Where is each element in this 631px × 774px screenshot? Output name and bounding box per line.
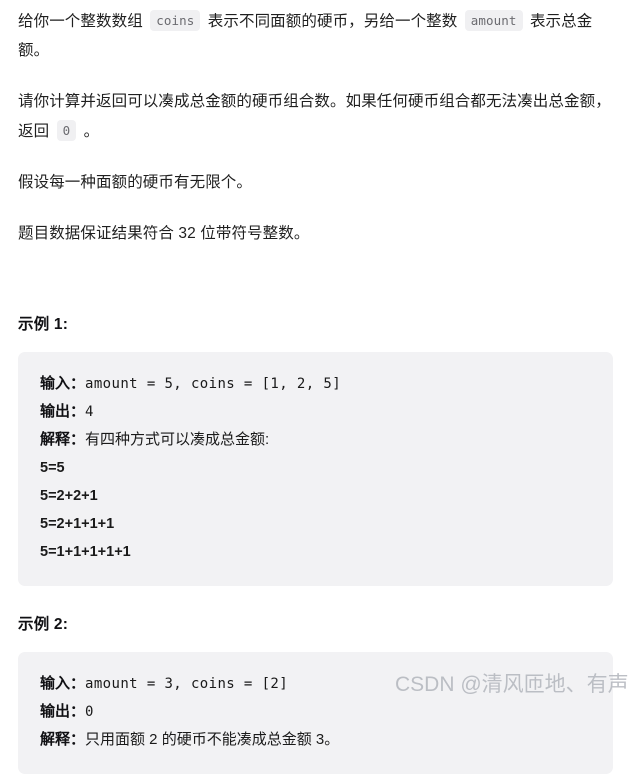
example-2-code-block: 输入：amount = 3, coins = [2] 输出：0 解释：只用面额 2 … [18, 652, 613, 774]
example-1-explain-value: 有四种方式可以凑成总金额: [85, 431, 270, 448]
intro-text-a: 给你一个整数数组 [18, 13, 148, 30]
example-1-code-block: 输入：amount = 5, coins = [1, 2, 5] 输出：4 解释：有… [18, 352, 613, 586]
example-1-title: 示例 1: [18, 316, 69, 333]
paragraph-guarantee: 题目数据保证结果符合 32 位带符号整数。 [18, 225, 310, 242]
inline-code-coins: coins [150, 10, 201, 31]
example-1-output-value: 4 [85, 404, 94, 420]
problem-description-page: 给你一个整数数组 coins 表示不同面额的硬币，另给一个整数 amount 表… [0, 0, 631, 774]
inline-code-zero: 0 [56, 120, 77, 141]
example-1-input-label: 输入： [40, 375, 86, 392]
example-2-explain-line: 解释：只用面额 2 的硬币不能凑成总金额 3。 [40, 726, 593, 754]
example-2-input-label: 输入： [40, 675, 86, 692]
example-1-line-2-text: 5=2+2+1 [40, 488, 98, 504]
example-1-line-2: 5=2+2+1 [40, 482, 593, 510]
example-2-output-line: 输出：0 [40, 698, 593, 726]
example-2-output-label: 输出： [40, 703, 86, 720]
example-2-title: 示例 2: [18, 616, 69, 633]
example-1-line-1: 5=5 [40, 454, 593, 482]
example-2-output-value: 0 [85, 704, 94, 720]
paragraph-task: 请你计算并返回可以凑成总金额的硬币组合数。如果任何硬币组合都无法凑出总金额，返回… [18, 65, 613, 146]
example-2-explain-label: 解释： [40, 731, 86, 748]
task-text-b: 。 [79, 123, 100, 140]
example-1-input-value: amount = 5, coins = [1, 2, 5] [85, 376, 342, 392]
example-2-input-line: 输入：amount = 3, coins = [2] [40, 670, 593, 698]
task-text-a: 请你计算并返回可以凑成总金额的硬币组合数。如果任何硬币组合都无法凑出总金额，返回 [18, 93, 611, 140]
paragraph-intro: 给你一个整数数组 coins 表示不同面额的硬币，另给一个整数 amount 表… [18, 0, 613, 65]
intro-text-b: 表示不同面额的硬币，另给一个整数 [203, 13, 462, 30]
example-1-line-3-text: 5=2+1+1+1 [40, 516, 115, 532]
example-2-input-value: amount = 3, coins = [2] [85, 676, 289, 692]
example-1-explain-line: 解释：有四种方式可以凑成总金额: [40, 426, 593, 454]
inline-code-amount: amount [464, 10, 523, 31]
content-column: 给你一个整数数组 coins 表示不同面额的硬币，另给一个整数 amount 表… [0, 0, 631, 774]
example-1-line-1-text: 5=5 [40, 460, 65, 476]
example-1-input-line: 输入：amount = 5, coins = [1, 2, 5] [40, 370, 593, 398]
example-1-line-4: 5=1+1+1+1+1 [40, 538, 593, 566]
example-1-explain-label: 解释： [40, 431, 86, 448]
paragraph-assumption: 假设每一种面额的硬币有无限个。 [18, 174, 253, 191]
example-1-output-line: 输出：4 [40, 398, 593, 426]
example-2-explain-value: 只用面额 2 的硬币不能凑成总金额 3。 [85, 731, 340, 748]
example-1-line-4-text: 5=1+1+1+1+1 [40, 544, 131, 560]
example-1-line-3: 5=2+1+1+1 [40, 510, 593, 538]
example-1-output-label: 输出： [40, 403, 86, 420]
